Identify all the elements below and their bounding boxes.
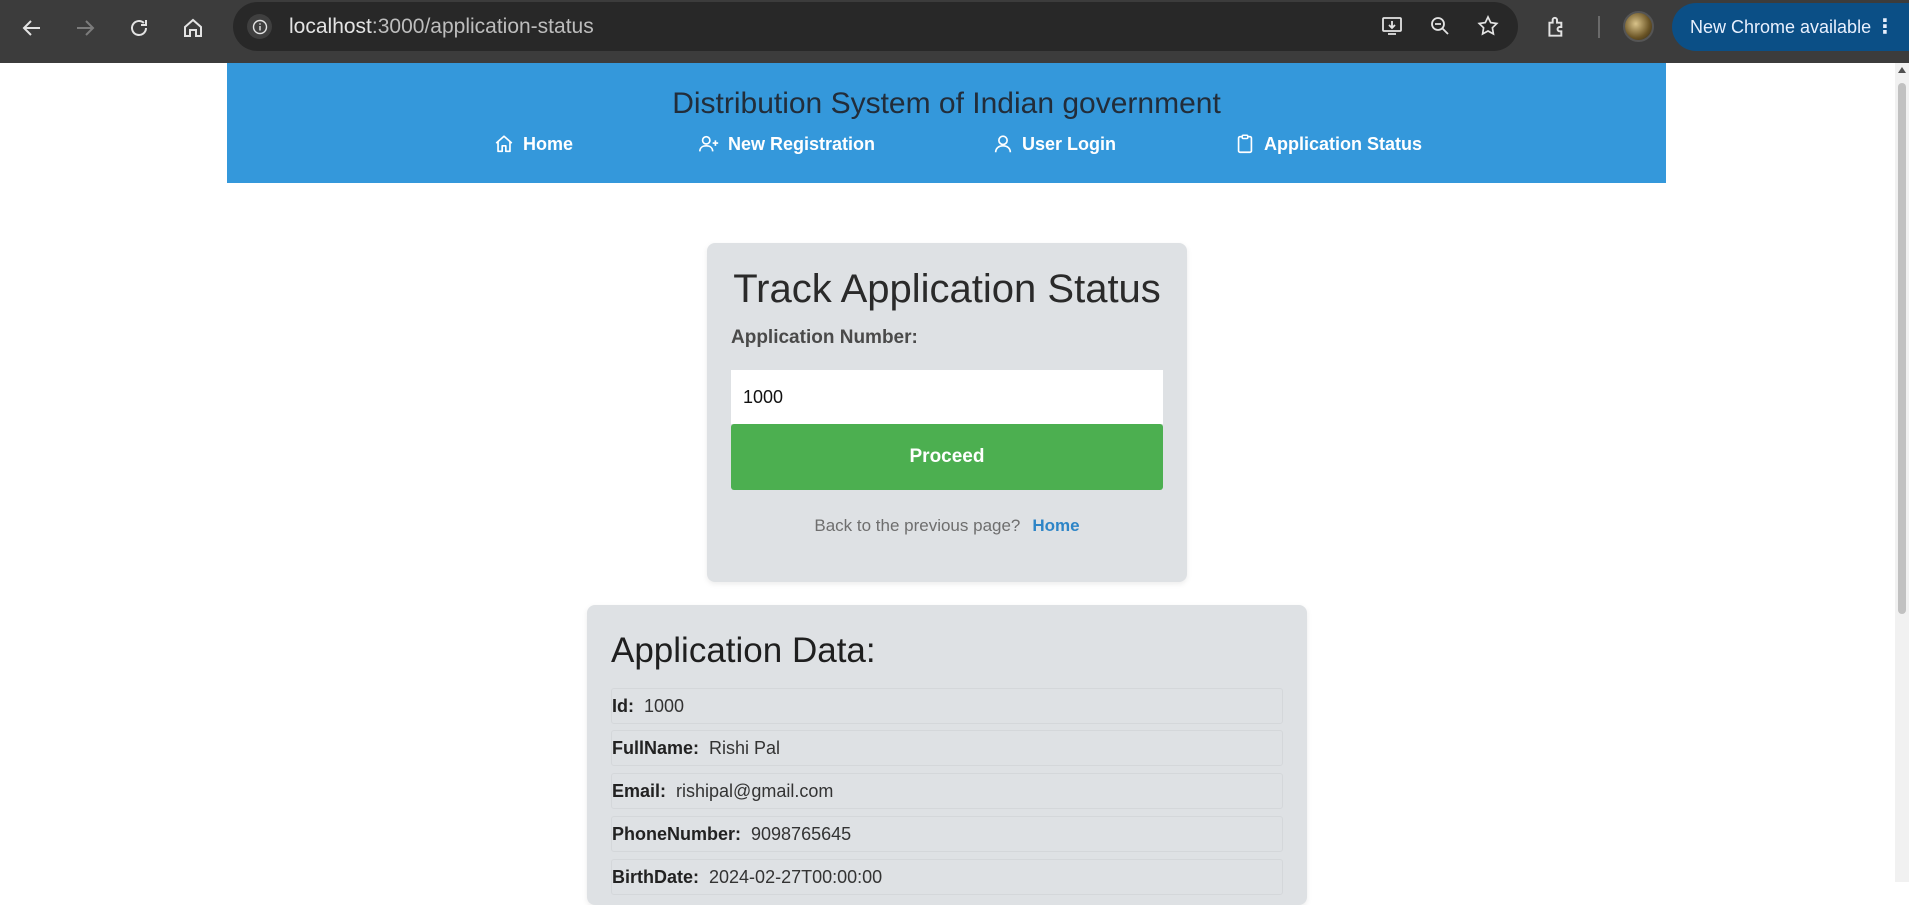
toolbar-divider	[1598, 16, 1600, 38]
data-row: FullName: Rishi Pal	[611, 730, 1283, 766]
chrome-update-button[interactable]: New Chrome available ⋮	[1672, 3, 1909, 51]
page-scrollbar[interactable]	[1895, 63, 1909, 882]
browser-toolbar: localhost:3000/application-status New Ch…	[0, 0, 1909, 63]
home-button[interactable]	[175, 10, 211, 46]
back-text: Back to the previous page?	[814, 516, 1021, 535]
data-row: BirthDate: 2024-02-27T00:00:00	[611, 859, 1283, 895]
back-button[interactable]	[14, 10, 50, 46]
application-number-label: Application Number:	[731, 327, 918, 348]
url-path: :3000/application-status	[371, 15, 594, 38]
data-row: PhoneNumber: 9098765645	[611, 816, 1283, 852]
site-header: Distribution System of Indian government…	[227, 63, 1666, 183]
data-key: FullName:	[612, 737, 700, 758]
nav-user-login-label: User Login	[1022, 133, 1117, 154]
proceed-button[interactable]: Proceed	[731, 424, 1163, 490]
application-data-title: Application Data:	[611, 631, 876, 670]
kebab-menu-icon[interactable]: ⋮	[1875, 17, 1895, 37]
nav-new-registration[interactable]: New Registration	[698, 133, 875, 155]
user-plus-icon	[699, 135, 719, 152]
data-key: Email:	[612, 780, 667, 801]
back-home-link[interactable]: Home	[1032, 516, 1079, 535]
home-icon	[184, 18, 202, 37]
nav-home-label: Home	[523, 133, 574, 154]
clipboard-icon	[1237, 134, 1253, 154]
nav-application-status[interactable]: Application Status	[1234, 133, 1422, 155]
url-text: localhost:3000/application-status	[289, 15, 594, 39]
track-status-card: Track Application Status Application Num…	[707, 243, 1187, 582]
scroll-thumb[interactable]	[1898, 83, 1906, 614]
address-bar[interactable]: localhost:3000/application-status	[233, 2, 1518, 51]
scroll-up-arrow-icon[interactable]	[1898, 67, 1906, 73]
forward-button[interactable]	[67, 10, 103, 46]
site-nav: Home New Registration User Login Applica…	[227, 133, 1666, 163]
nav-user-login[interactable]: User Login	[992, 133, 1116, 155]
application-data-card: Application Data: Id: 1000 FullName: Ris…	[587, 605, 1307, 905]
site-title: Distribution System of Indian government	[672, 87, 1221, 120]
data-value: 9098765645	[751, 823, 852, 844]
data-key: Id:	[612, 695, 634, 716]
install-app-icon[interactable]	[1378, 12, 1406, 40]
profile-avatar[interactable]	[1623, 11, 1654, 42]
home-icon	[495, 135, 513, 153]
data-value: 2024-02-27T00:00:00	[709, 866, 883, 887]
data-row: Id: 1000	[611, 688, 1283, 724]
data-key: BirthDate:	[612, 866, 700, 887]
application-number-input[interactable]	[731, 370, 1163, 424]
data-row: Email: rishipal@gmail.com	[611, 773, 1283, 809]
user-icon	[994, 135, 1012, 153]
url-host: localhost	[289, 15, 372, 38]
update-label: New Chrome available	[1690, 16, 1872, 37]
arrow-left-icon	[22, 20, 40, 36]
data-value: rishipal@gmail.com	[676, 780, 834, 801]
zoom-icon[interactable]	[1426, 12, 1454, 40]
data-value: Rishi Pal	[709, 737, 781, 758]
nav-home[interactable]: Home	[493, 133, 573, 155]
arrow-right-icon	[77, 20, 95, 36]
back-row: Back to the previous page? Home	[707, 516, 1187, 536]
nav-application-status-label: Application Status	[1264, 133, 1423, 154]
nav-new-registration-label: New Registration	[728, 133, 876, 154]
reload-button[interactable]	[121, 10, 157, 46]
track-title: Track Application Status	[733, 267, 1161, 311]
extensions-icon[interactable]	[1542, 12, 1572, 42]
data-key: PhoneNumber:	[612, 823, 742, 844]
site-info-icon[interactable]	[247, 14, 272, 39]
reload-icon	[131, 20, 147, 36]
bookmark-star-icon[interactable]	[1474, 12, 1502, 40]
data-value: 1000	[644, 695, 685, 716]
